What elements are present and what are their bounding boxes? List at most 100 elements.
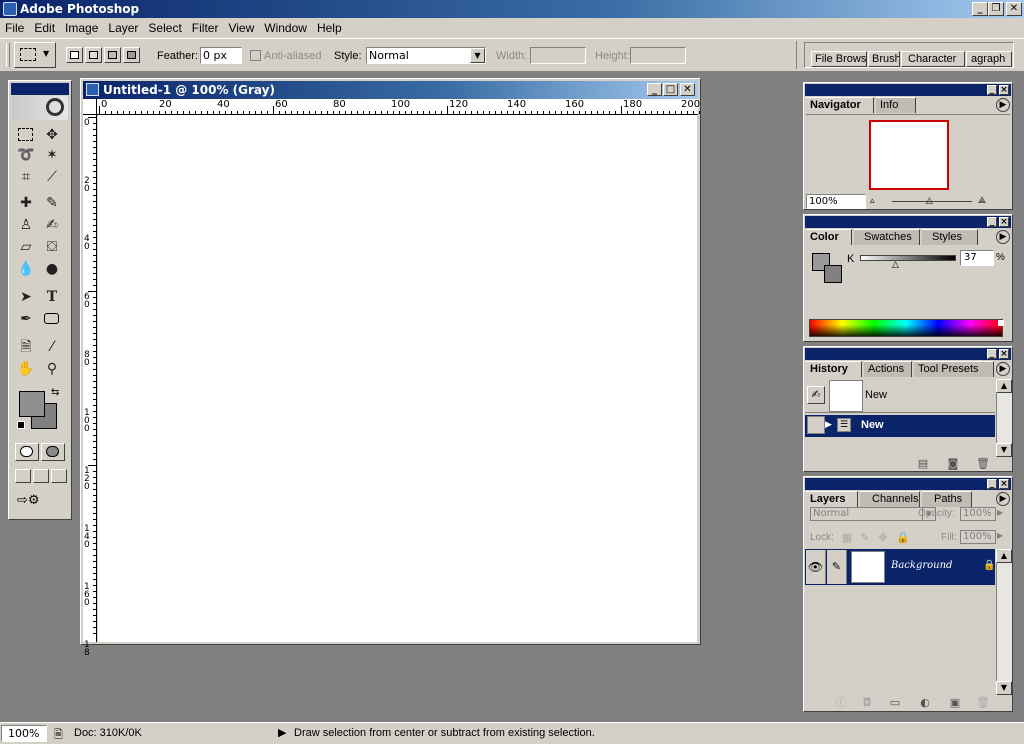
- navigator-zoom-input[interactable]: 100%: [806, 194, 866, 209]
- adjustment-layer-icon[interactable]: ◐: [918, 696, 932, 710]
- minimize-button[interactable]: _: [972, 2, 988, 16]
- history-scrollbar[interactable]: ▲ ▼: [996, 379, 1012, 457]
- lock-pixels-icon[interactable]: ✎: [858, 531, 872, 545]
- scroll-up-icon[interactable]: ▲: [996, 379, 1012, 393]
- ruler-vertical[interactable]: 0 2 0 4 0 6 0 8 0 1 0 0 1 2 0 1 4 0 1 6 0 1 8: [83, 115, 97, 658]
- tab-info[interactable]: Info: [876, 97, 916, 113]
- notes-icon[interactable]: 🗎: [15, 337, 37, 357]
- canvas[interactable]: [98, 115, 697, 642]
- layers-scrollbar[interactable]: ▲ ▼: [996, 549, 1012, 695]
- default-colors-icon[interactable]: [17, 421, 25, 429]
- tab-tool-presets[interactable]: Tool Presets: [914, 361, 994, 377]
- palette-minimize-icon[interactable]: _: [987, 349, 997, 359]
- add-selection-icon[interactable]: [85, 47, 102, 63]
- slice-icon[interactable]: ⟋: [41, 167, 63, 187]
- healing-brush-icon[interactable]: ✚: [15, 193, 37, 213]
- clone-stamp-icon[interactable]: ♙: [15, 215, 37, 235]
- restore-button[interactable]: ❐: [988, 2, 1004, 16]
- pen-icon[interactable]: ✒: [15, 309, 37, 329]
- new-document-from-state-icon[interactable]: ▤: [916, 457, 930, 471]
- path-selection-icon[interactable]: ➤: [15, 287, 37, 307]
- menu-image[interactable]: Image: [60, 18, 103, 35]
- k-value-input[interactable]: 37: [960, 250, 994, 266]
- palette-menu-icon[interactable]: ▶: [996, 492, 1010, 506]
- move-icon[interactable]: ✥: [41, 125, 63, 145]
- adobe-online-icon[interactable]: [12, 96, 68, 120]
- chevron-down-icon[interactable]: ▼: [470, 48, 485, 63]
- feather-input[interactable]: 0 px: [200, 47, 242, 64]
- subtract-selection-icon[interactable]: [104, 47, 121, 63]
- new-snapshot-icon[interactable]: ◙: [946, 457, 960, 471]
- eraser-icon[interactable]: ▱: [15, 237, 37, 257]
- menu-help[interactable]: Help: [312, 18, 347, 35]
- new-layer-set-icon[interactable]: ▭: [888, 696, 902, 710]
- tab-channels[interactable]: Channels: [860, 491, 920, 507]
- doc-minimize-button[interactable]: _: [647, 83, 662, 96]
- tab-history[interactable]: History: [806, 361, 862, 377]
- fill-arrow-icon[interactable]: ▶: [997, 531, 1003, 540]
- full-screen-menu-icon[interactable]: [33, 469, 49, 483]
- tab-paths[interactable]: Paths: [922, 491, 972, 507]
- palette-menu-icon[interactable]: ▶: [996, 230, 1010, 244]
- opacity-input[interactable]: 100%: [960, 507, 996, 521]
- zoom-in-icon[interactable]: ⟁: [978, 196, 986, 206]
- standard-screen-icon[interactable]: [15, 469, 31, 483]
- tab-layers[interactable]: Layers: [806, 491, 858, 507]
- swap-colors-icon[interactable]: ⇆: [51, 387, 59, 398]
- layer-mask-icon[interactable]: ◘: [860, 696, 874, 710]
- history-source-slot[interactable]: [807, 416, 825, 434]
- width-input[interactable]: [530, 47, 586, 64]
- rectangle-shape-icon[interactable]: [41, 309, 63, 329]
- palette-close-icon[interactable]: ×: [999, 479, 1009, 489]
- well-tab-paragraph[interactable]: agraph: [966, 51, 1012, 67]
- palette-minimize-icon[interactable]: _: [987, 217, 997, 227]
- palette-title-bar[interactable]: _ ×: [805, 478, 1011, 490]
- palette-close-icon[interactable]: ×: [999, 217, 1009, 227]
- type-icon[interactable]: T: [41, 287, 63, 307]
- quick-mask-icon[interactable]: [41, 443, 65, 461]
- menu-window[interactable]: Window: [259, 18, 312, 35]
- palette-close-icon[interactable]: ×: [999, 349, 1009, 359]
- new-selection-icon[interactable]: [66, 47, 83, 63]
- jump-to-imageready-icon[interactable]: ⇨⚙: [17, 493, 67, 511]
- well-tab-brushes[interactable]: Brush: [868, 51, 900, 67]
- grip-handle[interactable]: [6, 43, 10, 67]
- navigator-preview[interactable]: [869, 120, 949, 190]
- layer-style-icon[interactable]: ⓕ: [834, 696, 848, 710]
- well-tab-character[interactable]: Character: [901, 51, 965, 67]
- layer-brush-link-icon[interactable]: ✎: [827, 550, 847, 584]
- trash-icon[interactable]: 🗑: [976, 457, 990, 471]
- toolbox-title-bar[interactable]: [11, 83, 69, 95]
- eye-visibility-icon[interactable]: 👁: [806, 550, 826, 584]
- standard-mode-icon[interactable]: [15, 443, 39, 461]
- lock-position-icon[interactable]: ✥: [876, 531, 890, 545]
- fill-input[interactable]: 100%: [960, 530, 996, 544]
- tool-preset-picker[interactable]: ▼: [14, 42, 56, 68]
- palette-close-icon[interactable]: ×: [999, 85, 1009, 95]
- document-info-icon[interactable]: 🗎: [54, 726, 63, 744]
- menu-view[interactable]: View: [223, 18, 259, 35]
- zoom-icon[interactable]: ⚲: [41, 359, 63, 379]
- palette-title-bar[interactable]: _ ×: [805, 216, 1011, 228]
- slider-thumb-icon[interactable]: △: [926, 196, 933, 206]
- status-menu-icon[interactable]: ▶: [278, 726, 286, 739]
- palette-menu-icon[interactable]: ▶: [996, 362, 1010, 376]
- lock-all-icon[interactable]: 🔒: [896, 531, 910, 545]
- color-ramp[interactable]: [809, 319, 1003, 337]
- paint-bucket-icon[interactable]: ⛋: [41, 237, 63, 257]
- menu-layer[interactable]: Layer: [103, 18, 143, 35]
- lasso-icon[interactable]: ➰: [15, 145, 37, 165]
- well-tab-file-browser[interactable]: File Brows: [811, 51, 867, 67]
- tab-actions[interactable]: Actions: [864, 361, 912, 377]
- scroll-up-icon[interactable]: ▲: [996, 549, 1012, 563]
- ruler-origin[interactable]: [83, 99, 97, 115]
- color-background-swatch[interactable]: [824, 265, 842, 283]
- eyedropper-icon[interactable]: ⁄: [41, 337, 63, 357]
- history-snapshot-row[interactable]: ✍ New: [805, 379, 995, 413]
- scroll-down-icon[interactable]: ▼: [996, 681, 1012, 695]
- ruler-horizontal[interactable]: 0 20 40 60 80 100 120 140 160 180 200: [97, 99, 700, 115]
- crop-icon[interactable]: ⌗: [15, 167, 37, 187]
- menu-select[interactable]: Select: [143, 18, 186, 35]
- zoom-out-icon[interactable]: ▵: [870, 196, 875, 206]
- doc-close-button[interactable]: ✕: [680, 83, 695, 96]
